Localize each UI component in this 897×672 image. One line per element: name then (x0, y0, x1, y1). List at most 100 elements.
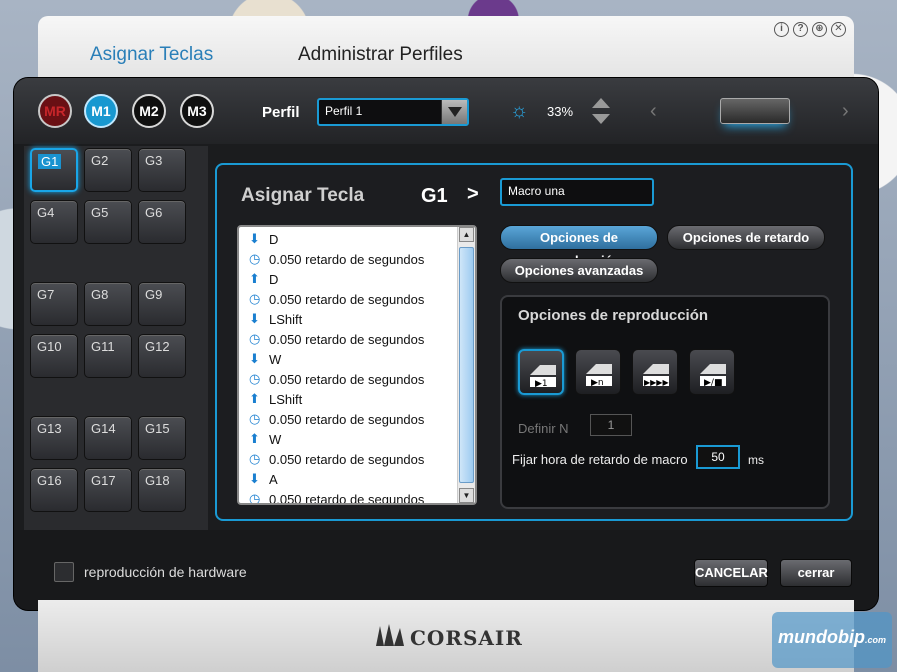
gkey-label: G5 (91, 205, 109, 220)
gkey-g3[interactable]: G3 (138, 148, 186, 192)
arrow-up-icon[interactable] (592, 98, 610, 108)
gkey-g11[interactable]: G11 (84, 334, 132, 378)
arrow-down-icon: ⬇ (249, 351, 260, 366)
gkey-g17[interactable]: G17 (84, 468, 132, 512)
brightness-value: 33% (547, 104, 574, 119)
delay-label: Fijar hora de retardo de macro (512, 452, 688, 467)
play-n-times-icon: ▶n (586, 364, 612, 388)
gkey-label: G7 (37, 287, 55, 302)
gkey-g12[interactable]: G12 (138, 334, 186, 378)
gkey-label: G2 (91, 153, 109, 168)
scrollbar[interactable]: ▲ ▼ (457, 227, 475, 503)
gkey-g5[interactable]: G5 (84, 200, 132, 244)
hardware-playback-checkbox[interactable] (54, 562, 74, 582)
gkey-g18[interactable]: G18 (138, 468, 186, 512)
play-once-icon: ▶1 (530, 365, 556, 389)
gkey-g10[interactable]: G10 (30, 334, 78, 378)
arrow-down-icon: ⬇ (249, 471, 260, 486)
brightness-stepper[interactable] (592, 98, 610, 124)
chevron-down-icon[interactable] (441, 100, 467, 124)
list-item[interactable]: ◷ 0.050 retardo de segundos (239, 369, 457, 389)
brand-panel: CORSAIR (38, 600, 854, 672)
list-item[interactable]: ⬇ LShift (239, 309, 457, 329)
clock-icon: ◷ (249, 411, 261, 426)
brand-name: CORSAIR (410, 626, 523, 650)
gkey-label: G18 (145, 473, 170, 488)
gkey-g7[interactable]: G7 (30, 282, 78, 326)
gkey-g8[interactable]: G8 (84, 282, 132, 326)
list-item[interactable]: ⬇ D (239, 229, 457, 249)
list-item[interactable]: ◷ 0.050 retardo de segundos (239, 449, 457, 469)
scroll-down-icon[interactable]: ▼ (459, 488, 474, 503)
list-item[interactable]: ◷ 0.050 retardo de segundos (239, 329, 457, 349)
list-item[interactable]: ⬆ LShift (239, 389, 457, 409)
clock-icon: ◷ (249, 371, 261, 386)
define-n-input[interactable]: 1 (590, 414, 632, 436)
list-item-text: LShift (269, 391, 303, 407)
list-item[interactable]: ⬇ W (239, 349, 457, 369)
mr-button[interactable]: MR (38, 94, 72, 128)
cancel-button[interactable]: CANCELAR (694, 559, 768, 587)
list-item[interactable]: ◷ 0.050 retardo de segundos (239, 489, 457, 503)
play-n-times-button[interactable]: ▶n (575, 349, 621, 395)
list-item-text: LShift (269, 311, 303, 327)
tab-opciones-avanzadas[interactable]: Opciones avanzadas (500, 258, 658, 283)
m1-button[interactable]: M1 (84, 94, 118, 128)
list-item[interactable]: ⬇ A (239, 469, 457, 489)
list-item[interactable]: ◷ 0.050 retardo de segundos (239, 249, 457, 269)
tab-opciones-retardo[interactable]: Opciones de retardo (667, 225, 825, 250)
svg-text:▶/■: ▶/■ (704, 378, 722, 388)
assign-title: Asignar Tecla (241, 185, 365, 206)
play-toggle-button[interactable]: ▶/■ (689, 349, 735, 395)
arrow-down-icon[interactable] (592, 114, 610, 124)
close-button[interactable]: cerrar (780, 559, 852, 587)
gkey-g1[interactable]: G1 (30, 148, 78, 192)
gkey-g2[interactable]: G2 (84, 148, 132, 192)
svg-text:▶1: ▶1 (535, 379, 548, 389)
gkey-g13[interactable]: G13 (30, 416, 78, 460)
gkey-g16[interactable]: G16 (30, 468, 78, 512)
list-item-text: 0.050 retardo de segundos (269, 371, 425, 387)
profile-select[interactable]: Perfil 1 (317, 98, 469, 126)
m2-button[interactable]: M2 (132, 94, 166, 128)
m3-button[interactable]: M3 (180, 94, 214, 128)
list-item[interactable]: ◷ 0.050 retardo de segundos (239, 289, 457, 309)
clock-icon: ◷ (249, 331, 261, 346)
macro-list[interactable]: ⬇ D ◷ 0.050 retardo de segundos ⬆ D ◷ 0.050 ret… (237, 225, 477, 505)
svg-text:▶n: ▶n (591, 378, 604, 388)
scroll-up-icon[interactable]: ▲ (459, 227, 474, 242)
tab-opciones-reproduccion[interactable]: Opciones de reproducción (500, 225, 658, 268)
delay-input[interactable]: 50 (696, 445, 740, 469)
list-item[interactable]: ◷ 0.050 retardo de segundos (239, 409, 457, 429)
keyboard-image (720, 98, 790, 124)
assign-panel: Asignar Tecla G1 > Macro una ⬇ D ◷ 0.050 re… (215, 163, 853, 521)
list-item[interactable]: ⬆ W (239, 429, 457, 449)
tab-asignar-teclas[interactable]: Asignar Teclas (90, 44, 213, 66)
list-item-text: W (269, 431, 282, 447)
help-icon[interactable]: ? (793, 22, 808, 37)
gkey-label: G13 (37, 421, 62, 436)
play-repeat-button[interactable]: ▶▶▶▶ (632, 349, 678, 395)
play-once-button[interactable]: ▶1 (518, 349, 564, 395)
tab-administrar-perfiles[interactable]: Administrar Perfiles (298, 44, 463, 66)
gkey-g14[interactable]: G14 (84, 416, 132, 460)
profile-bar: MR M1 M2 M3 Perfil Perfil 1 ☼ 33% ‹ › (14, 78, 878, 144)
chevron-right-icon[interactable]: › (842, 100, 849, 123)
gkey-g15[interactable]: G15 (138, 416, 186, 460)
info-icon[interactable]: i (774, 22, 789, 37)
gkey-g6[interactable]: G6 (138, 200, 186, 244)
gkey-g4[interactable]: G4 (30, 200, 78, 244)
main-window: MR M1 M2 M3 Perfil Perfil 1 ☼ 33% ‹ › G1… (14, 78, 878, 610)
gkey-label: G10 (37, 339, 62, 354)
close-icon[interactable]: ✕ (831, 22, 846, 37)
list-item[interactable]: ⬆ D (239, 269, 457, 289)
clock-icon: ◷ (249, 291, 261, 306)
macro-name-input[interactable]: Macro una (500, 178, 654, 206)
globe-icon[interactable]: ⊕ (812, 22, 827, 37)
chevron-left-icon[interactable]: ‹ (650, 100, 657, 123)
delay-unit: ms (748, 453, 764, 467)
footer-bar: reproducción de hardware CANCELAR cerrar (14, 530, 878, 610)
scroll-thumb[interactable] (459, 247, 474, 483)
play-repeat-icon: ▶▶▶▶ (643, 364, 669, 387)
gkey-g9[interactable]: G9 (138, 282, 186, 326)
